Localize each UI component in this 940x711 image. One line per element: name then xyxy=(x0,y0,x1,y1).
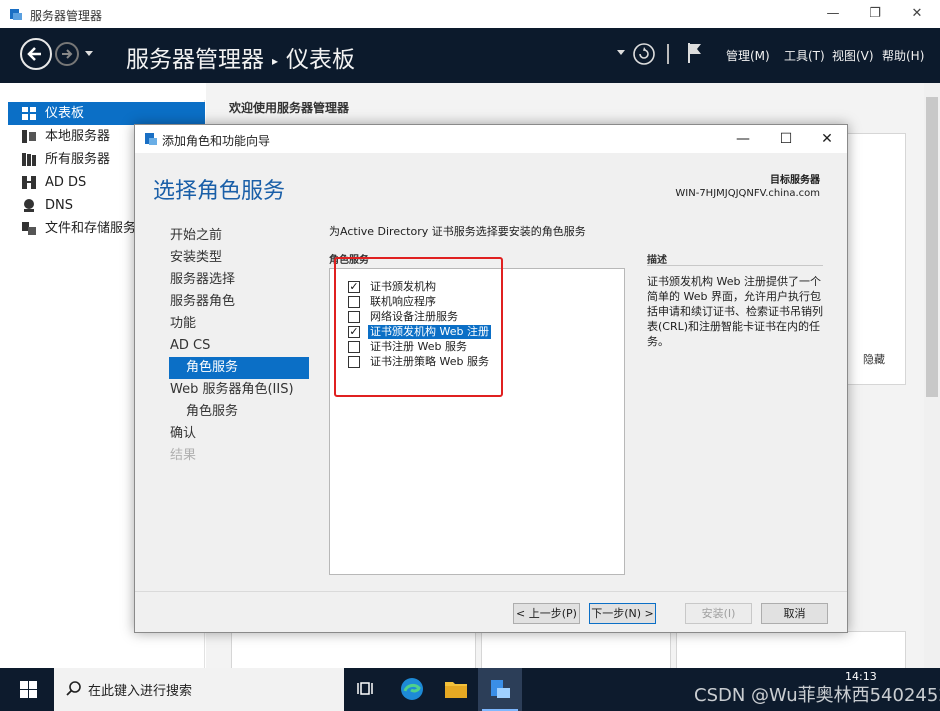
sidebar-item-label: 文件和存储服务 xyxy=(45,221,137,236)
install-button: 安装(I) xyxy=(685,603,752,624)
breadcrumb-root: 服务器管理器 xyxy=(126,47,264,73)
wizard-step-iis-role-services[interactable]: 角色服务 xyxy=(169,401,309,423)
server-manager-app-icon xyxy=(10,9,22,20)
menu-help[interactable]: 帮助(H) xyxy=(882,47,924,64)
wizard-step-results: 结果 xyxy=(170,448,197,463)
wizard-heading: 选择角色服务 xyxy=(153,179,286,204)
hide-link[interactable]: 隐藏 xyxy=(863,351,885,367)
header-bar: 服务器管理器 ▸ 仪表板 管理(M) 工具(T) 视图(V) 帮助(H) xyxy=(0,28,940,83)
wizard-title: 添加角色和功能向导 xyxy=(162,134,271,148)
wizard-step-server-roles[interactable]: 服务器角色 xyxy=(169,291,309,313)
footer-divider xyxy=(135,591,847,592)
menu-view[interactable]: 视图(V) xyxy=(832,47,874,64)
edge-browser-icon[interactable] xyxy=(400,677,424,701)
wizard-step-ad-cs[interactable]: AD CS xyxy=(169,335,309,357)
wizard-step-before-you-begin[interactable]: 开始之前 xyxy=(169,225,309,247)
breadcrumb: 服务器管理器 ▸ 仪表板 xyxy=(126,40,355,74)
target-server-label: 目标服务器 xyxy=(770,175,820,186)
wizard-step-features[interactable]: 功能 xyxy=(169,313,309,335)
tile-box xyxy=(231,631,476,668)
wizard-step-confirmation[interactable]: 确认 xyxy=(169,423,309,445)
description-text: 证书颁发机构 Web 注册提供了一个简单的 Web 界面，允许用户执行包括申请和… xyxy=(647,275,823,348)
csdn-watermark: CSDN @Wu菲奥林西5402452 xyxy=(694,685,940,706)
welcome-heading: 欢迎使用服务器管理器 xyxy=(229,101,350,115)
wizard-close-button[interactable]: ✕ xyxy=(812,129,842,149)
dns-icon xyxy=(24,199,34,212)
breadcrumb-separator-icon: ▸ xyxy=(272,53,279,68)
description-label: 描述 xyxy=(647,255,667,266)
forward-button[interactable] xyxy=(55,42,79,66)
next-button[interactable]: 下一步(N) > xyxy=(589,603,656,624)
scrollbar-thumb[interactable] xyxy=(926,97,938,397)
wizard-step-role-services[interactable]: 角色服务 xyxy=(169,357,309,379)
refresh-icon[interactable] xyxy=(632,42,656,66)
restore-button[interactable]: ❐ xyxy=(860,4,890,24)
previous-button[interactable]: < 上一步(P) xyxy=(513,603,580,624)
tile-box xyxy=(676,631,906,668)
dashboard-panel xyxy=(846,133,906,385)
wizard-step-web-server-role[interactable]: Web 服务器角色(IIS) xyxy=(169,379,309,401)
taskbar-search-box[interactable]: 在此键入进行搜索 xyxy=(54,668,344,711)
menu-tools[interactable]: 工具(T) xyxy=(784,47,825,64)
vertical-scrollbar[interactable] xyxy=(924,83,940,668)
back-button[interactable] xyxy=(20,38,52,70)
sidebar-item-dashboard[interactable]: 仪表板 xyxy=(8,102,205,125)
wizard-intro-text: 为Active Directory 证书服务选择要安装的角色服务 xyxy=(329,225,586,238)
file-explorer-icon[interactable] xyxy=(444,678,468,700)
servers-icon xyxy=(22,153,36,166)
target-server-name: WIN-7HJMJQJQNFV.china.com xyxy=(675,188,820,199)
sidebar-item-label: 仪表板 xyxy=(45,106,85,121)
close-button[interactable]: ✕ xyxy=(902,4,932,24)
search-icon xyxy=(66,681,81,696)
server-manager-taskbar-icon xyxy=(491,680,510,698)
breadcrumb-current: 仪表板 xyxy=(286,47,356,73)
server-icon xyxy=(22,130,36,143)
sidebar-item-label: 本地服务器 xyxy=(45,129,111,144)
window-titlebar: 服务器管理器 — ❐ ✕ xyxy=(0,0,940,28)
wizard-step-installation-type[interactable]: 安装类型 xyxy=(169,247,309,269)
menu-manage[interactable]: 管理(M) xyxy=(726,47,770,64)
ad-ds-icon xyxy=(22,176,36,189)
target-server-info: 目标服务器 WIN-7HJMJQJQNFV.china.com xyxy=(675,174,820,200)
cancel-button[interactable]: 取消 xyxy=(761,603,828,624)
window-title: 服务器管理器 xyxy=(30,9,103,23)
dropdown-icon[interactable] xyxy=(617,50,625,56)
task-view-icon[interactable] xyxy=(357,680,375,698)
description-divider xyxy=(647,265,823,266)
wizard-titlebar: 添加角色和功能向导 — ☐ ✕ xyxy=(135,125,847,153)
file-storage-icon xyxy=(22,222,36,235)
dashboard-icon xyxy=(22,107,36,120)
wizard-minimize-button[interactable]: — xyxy=(728,129,758,149)
add-roles-wizard-dialog: 添加角色和功能向导 — ☐ ✕ 选择角色服务 目标服务器 WIN-7HJMJQJ… xyxy=(134,124,848,633)
tile-box xyxy=(481,631,671,668)
notifications-flag-icon[interactable] xyxy=(686,42,704,64)
history-dropdown-icon[interactable] xyxy=(84,50,94,58)
sidebar-item-label: AD DS xyxy=(45,175,87,190)
wizard-step-server-selection[interactable]: 服务器选择 xyxy=(169,269,309,291)
red-highlight-annotation xyxy=(334,257,503,397)
wizard-maximize-button[interactable]: ☐ xyxy=(771,129,801,149)
sidebar-item-label: DNS xyxy=(45,198,73,213)
forward-arrow-icon xyxy=(62,49,73,59)
search-placeholder: 在此键入进行搜索 xyxy=(88,684,193,699)
sidebar-item-label: 所有服务器 xyxy=(45,152,111,167)
taskbar-server-manager-button[interactable] xyxy=(478,668,522,711)
windows-start-icon[interactable] xyxy=(20,681,37,698)
wizard-app-icon xyxy=(145,133,157,145)
header-divider xyxy=(667,44,669,64)
minimize-button[interactable]: — xyxy=(818,4,848,24)
back-arrow-icon xyxy=(27,47,41,61)
